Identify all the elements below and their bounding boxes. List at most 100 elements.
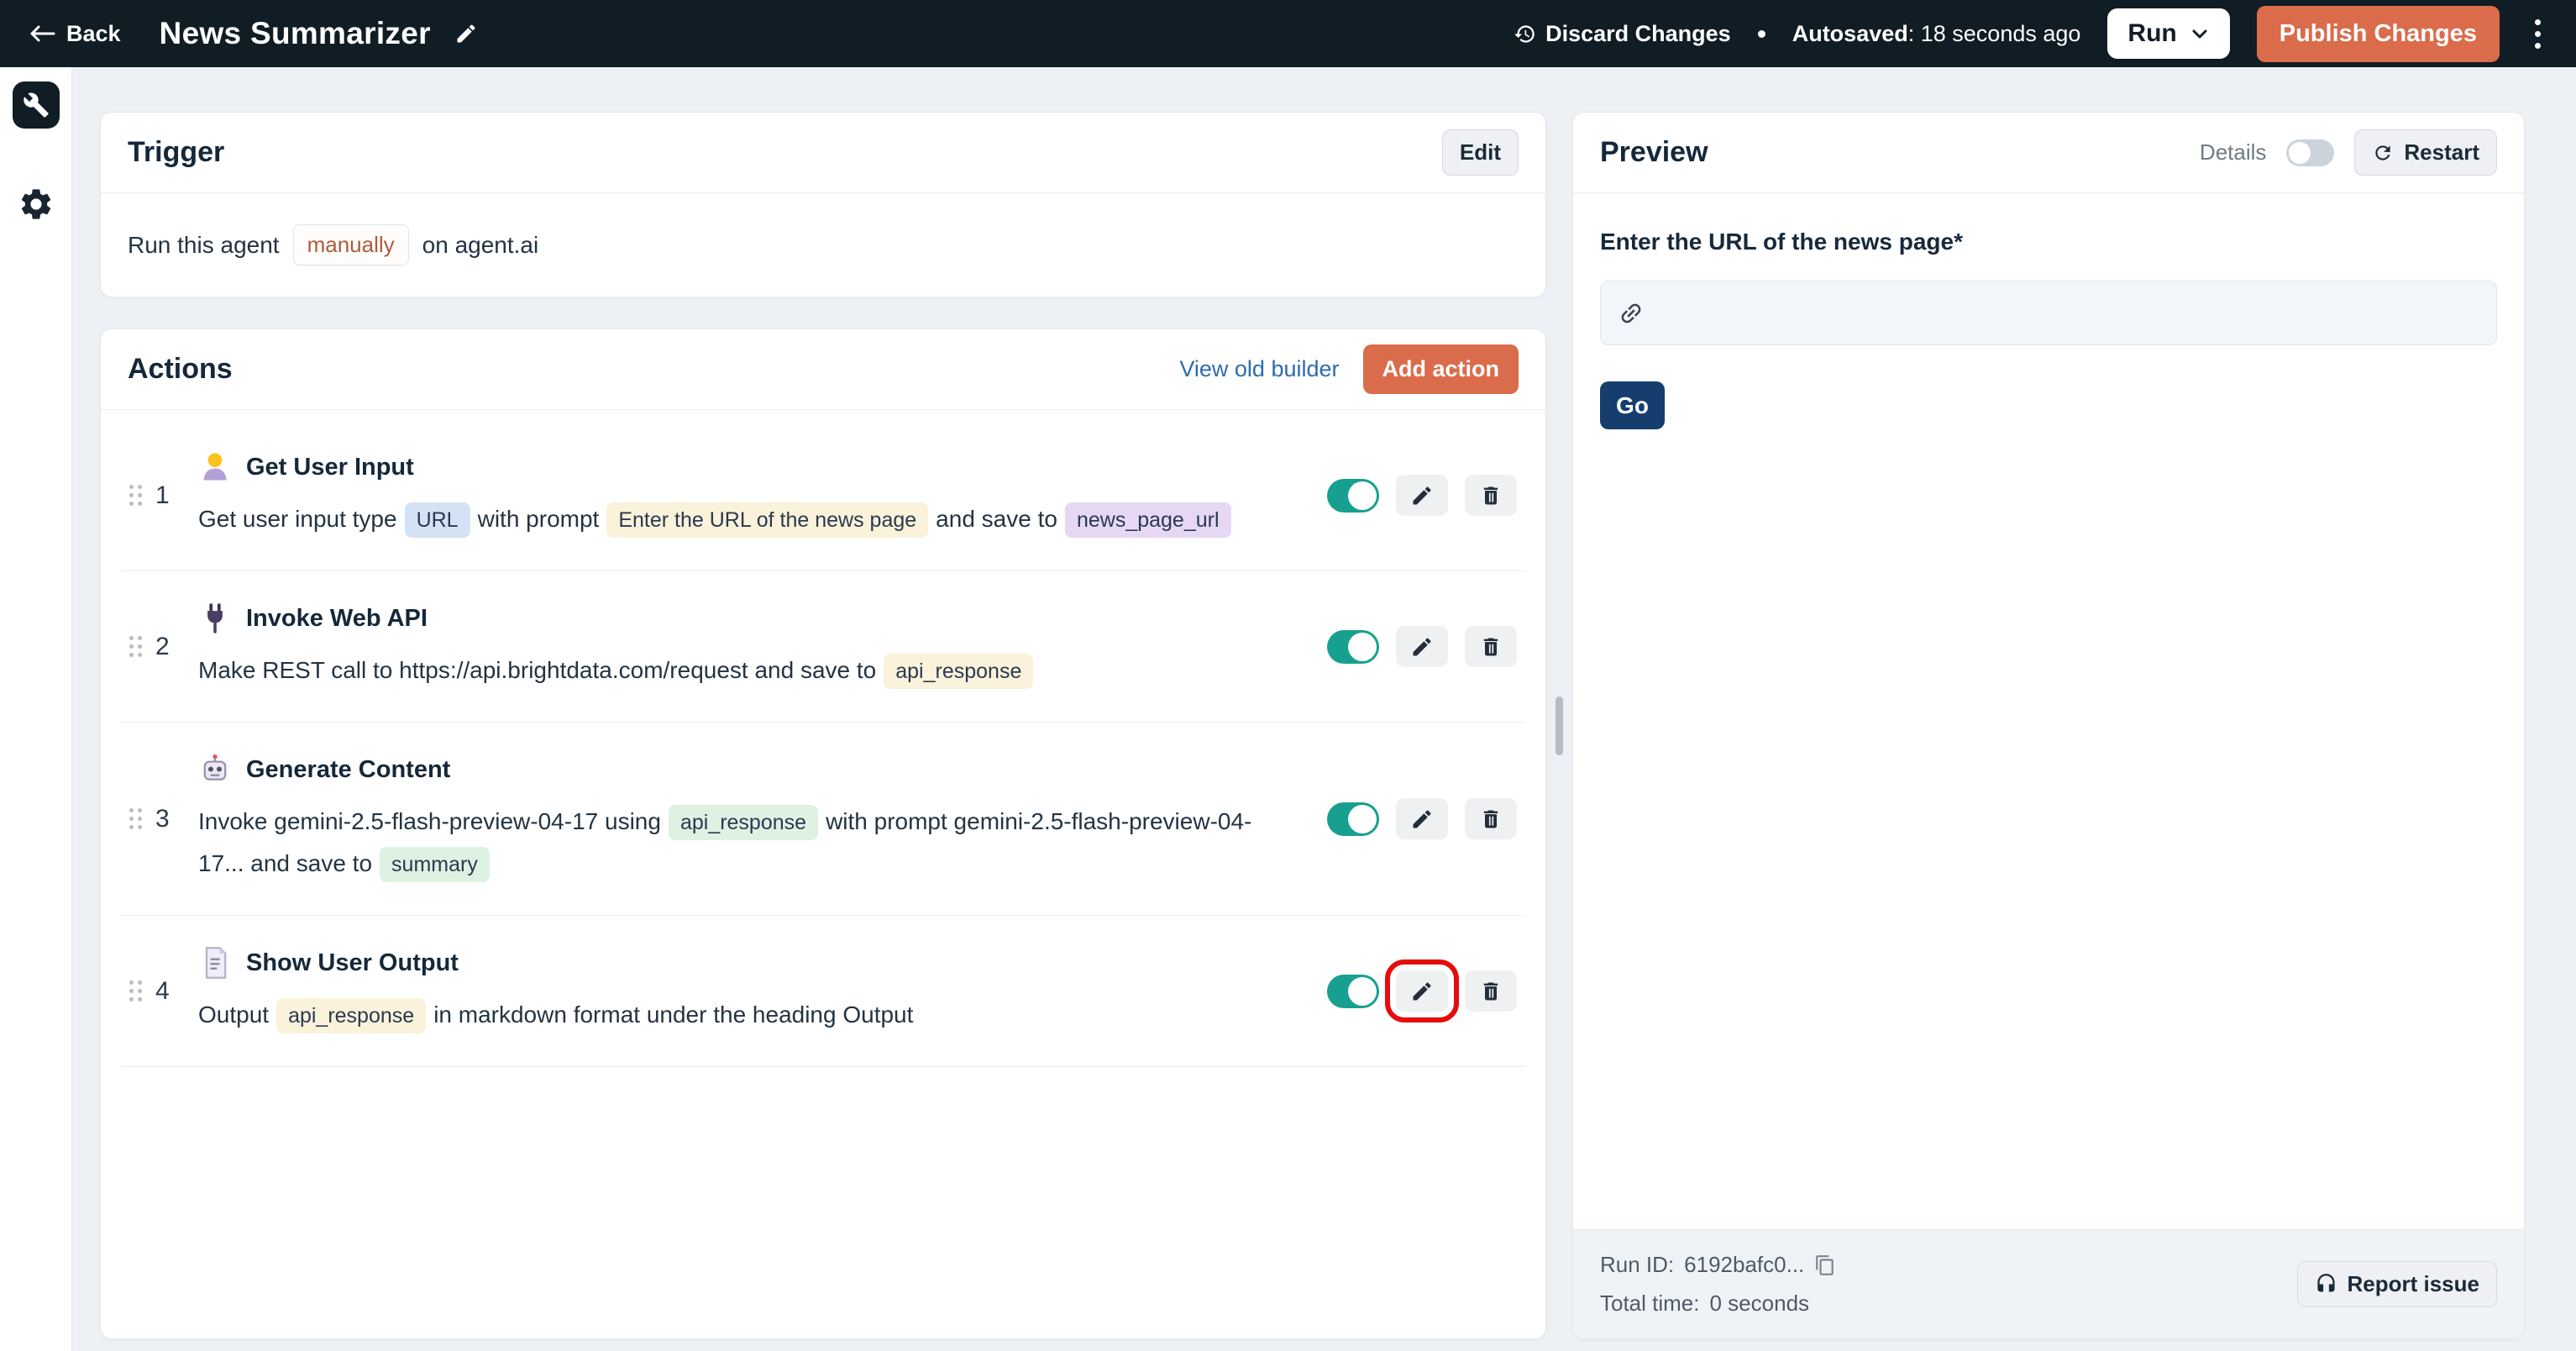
- edit-trigger-button[interactable]: Edit: [1441, 129, 1519, 176]
- delete-action-button[interactable]: [1465, 798, 1517, 839]
- run-button[interactable]: Run: [2107, 8, 2230, 59]
- action-title: Generate Content: [246, 755, 451, 783]
- details-toggle[interactable]: [2286, 139, 2335, 166]
- toggle-knob: [1348, 804, 1377, 833]
- toggle-knob: [1348, 632, 1377, 661]
- action-description: Invoke gemini-2.5-flash-preview-04-17 us…: [198, 801, 1252, 885]
- link-icon: [1618, 300, 1645, 327]
- url-input-container: [1600, 281, 2497, 345]
- copy-run-id-button[interactable]: [1814, 1254, 1836, 1276]
- restart-icon: [2372, 142, 2394, 164]
- discard-changes-label: Discard Changes: [1545, 20, 1731, 46]
- restart-label: Restart: [2404, 139, 2479, 165]
- trash-icon: [1483, 638, 1498, 655]
- publish-changes-button[interactable]: Publish Changes: [2256, 5, 2500, 62]
- pencil-icon: [1413, 637, 1431, 655]
- action-enabled-toggle[interactable]: [1327, 629, 1379, 664]
- preview-title: Preview: [1600, 136, 1708, 168]
- trigger-card: Trigger Edit Run this agent manually on …: [100, 112, 1546, 297]
- action-row: 1 Get User Input Get user input type URL wit…: [121, 420, 1525, 571]
- action-enabled-toggle[interactable]: [1327, 802, 1379, 836]
- action-description: Get user input type URL with prompt Enter t…: [198, 498, 1252, 540]
- back-arrow-icon: [29, 24, 55, 44]
- scrollbar-thumb[interactable]: [1556, 697, 1563, 755]
- pencil-icon: [1413, 486, 1431, 504]
- action-row-left: 2: [129, 633, 198, 661]
- url-input-label: Enter the URL of the news page*: [1600, 229, 1963, 255]
- action-row: 4 Show User Output Output api_response in ma…: [121, 916, 1525, 1067]
- discard-changes-button[interactable]: Discard Changes: [1514, 21, 1731, 47]
- back-label: Back: [66, 20, 121, 46]
- topbar: Back News Summarizer Discard Changes Aut…: [0, 0, 2576, 67]
- pencil-icon: [1413, 809, 1431, 828]
- restart-button[interactable]: Restart: [2354, 129, 2497, 176]
- description-text: with prompt: [477, 506, 600, 532]
- robot-emoji-icon: [203, 754, 227, 781]
- action-number: 2: [155, 632, 170, 660]
- edit-action-button[interactable]: [1396, 798, 1448, 839]
- url-input[interactable]: [1656, 299, 2479, 327]
- sidebar: [0, 67, 72, 1351]
- action-enabled-toggle[interactable]: [1327, 478, 1379, 513]
- action-row: 2 Invoke Web API Make REST call to https:/…: [121, 571, 1525, 723]
- action-row-left: 3: [129, 805, 198, 833]
- edit-action-button[interactable]: [1396, 626, 1448, 667]
- action-description: Output api_response in markdown format und…: [198, 994, 1252, 1036]
- trash-icon: [1483, 982, 1498, 1000]
- edit-action-button[interactable]: [1385, 959, 1459, 1022]
- go-button[interactable]: Go: [1600, 381, 1665, 429]
- sidebar-item-settings[interactable]: [13, 181, 60, 228]
- description-text: in markdown format under the heading Out…: [433, 1001, 914, 1028]
- drag-handle-icon[interactable]: [129, 808, 142, 829]
- trash-icon: [1483, 486, 1498, 504]
- action-content: Generate Content Invoke gemini-2.5-flash-…: [198, 753, 1327, 885]
- action-enabled-toggle[interactable]: [1327, 974, 1379, 1008]
- description-text: Get user input type: [198, 506, 397, 532]
- action-title: Show User Output: [246, 949, 459, 976]
- preview-footer: Run ID: 6192bafc0... Total time: 0 secon…: [1573, 1229, 2524, 1338]
- variable-badge: URL: [404, 502, 470, 538]
- pencil-icon: [454, 22, 478, 45]
- sidebar-item-builder[interactable]: [12, 81, 60, 129]
- description-text: Output: [198, 1001, 270, 1028]
- actions-title: Actions: [128, 353, 233, 385]
- action-content: Get User Input Get user input type URL with…: [198, 450, 1327, 540]
- kebab-menu-button[interactable]: [2526, 14, 2549, 54]
- add-action-button[interactable]: Add action: [1362, 344, 1519, 394]
- report-issue-button[interactable]: Report issue: [2296, 1261, 2497, 1307]
- delete-action-button[interactable]: [1465, 970, 1517, 1012]
- chevron-down-icon: [2190, 24, 2210, 44]
- trigger-sentence-suffix: on agent.ai: [422, 231, 539, 258]
- action-number: 3: [155, 804, 170, 833]
- total-time-value: 0 seconds: [1709, 1291, 1810, 1316]
- headset-icon: [2315, 1273, 2337, 1296]
- action-title-row: Show User Output: [198, 946, 1305, 980]
- total-time-label: Total time:: [1600, 1291, 1700, 1316]
- total-time-line: Total time: 0 seconds: [1600, 1291, 1836, 1317]
- action-title-row: Get User Input: [198, 450, 1305, 484]
- back-button[interactable]: Back: [29, 21, 121, 47]
- edit-action-button[interactable]: [1396, 475, 1448, 516]
- delete-action-button[interactable]: [1465, 626, 1517, 667]
- rename-agent-button[interactable]: [454, 22, 478, 45]
- robot-emoji-icon: [198, 753, 232, 786]
- drag-handle-icon[interactable]: [129, 636, 142, 657]
- variable-badge: api_response: [276, 998, 427, 1033]
- delete-action-button[interactable]: [1465, 475, 1517, 516]
- drag-handle-icon[interactable]: [129, 980, 142, 1001]
- description-text: Invoke gemini-2.5-flash-preview-04-17 us…: [198, 808, 661, 834]
- action-controls: [1327, 959, 1517, 1022]
- history-icon: [1514, 23, 1536, 45]
- drag-handle-icon[interactable]: [129, 485, 142, 506]
- variable-badge: api_response: [668, 805, 819, 840]
- gear-icon: [18, 186, 55, 223]
- pencil-icon: [1413, 981, 1431, 1000]
- variable-badge: summary: [380, 847, 490, 882]
- variable-badge: api_response: [884, 654, 1034, 689]
- main-content: Trigger Edit Run this agent manually on …: [72, 67, 2576, 1351]
- autosaved-status: Autosaved: 18 seconds ago: [1792, 21, 2081, 47]
- report-issue-label: Report issue: [2347, 1271, 2480, 1296]
- action-controls: [1327, 798, 1517, 839]
- view-old-builder-link[interactable]: View old builder: [1179, 356, 1339, 382]
- action-description: Make REST call to https://api.brightdata…: [198, 649, 1252, 691]
